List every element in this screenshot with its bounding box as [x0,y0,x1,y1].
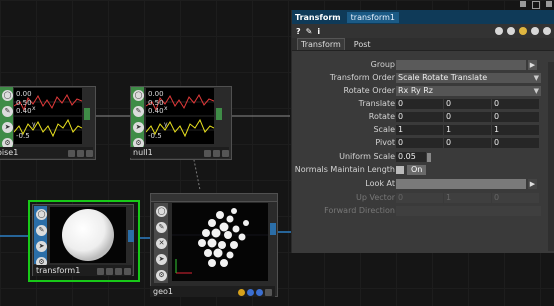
look-at-menu-icon[interactable]: ▶ [528,179,537,189]
param-forward-direction: Forward Direction [292,205,554,218]
node-noise-flags[interactable] [68,150,93,157]
param-uniform-scale: Uniform Scale 0.05 [292,151,554,164]
chevron-down-icon: ▼ [533,74,539,82]
svg-text:-0.5: -0.5 [148,132,162,140]
comment-icon[interactable] [507,27,515,35]
param-transform-order: Transform Order Scale Rotate Translate ▼ [329,73,541,83]
window-controls [500,1,552,9]
param-rotate: Rotate 0 0 0 [292,111,554,124]
group-menu-icon[interactable]: ▶ [528,60,537,70]
param-translate: Translate 0 0 0 [292,98,554,111]
pivot-x-field[interactable]: 0 [396,138,443,148]
maximize-icon[interactable] [532,1,540,9]
svg-text:-0.5: -0.5 [16,132,30,140]
tab-transform[interactable]: Transform [297,38,345,50]
network-editor[interactable]: ◯✎➤⚙ 0.00 0.50 0.40 -0.5 x y oise1 ◯✎➤ [0,0,554,306]
rotate-z-field[interactable]: 0 [492,112,539,122]
look-at-field[interactable] [396,179,526,189]
panel-toolbar: ? ✎ i [292,24,554,38]
panel-tabs: Transform Post [292,38,554,51]
rotate-y-field[interactable]: 0 [444,112,491,122]
minimize-icon[interactable] [520,1,526,7]
rotate-x-field[interactable]: 0 [396,112,443,122]
node-noise-viewer: 0.00 0.50 0.40 -0.5 x y [14,88,82,144]
svg-text:0.50: 0.50 [16,99,32,107]
svg-text:0.50: 0.50 [148,99,164,107]
forward-direction-dropdown [396,206,541,216]
null-graph: 0.00 0.50 0.40 -0.5 x y [146,90,214,140]
svg-text:x: x [164,105,168,112]
svg-text:x: x [32,105,36,112]
node-noise-output[interactable] [84,108,90,120]
info-icon[interactable]: i [317,27,320,36]
node-null[interactable]: ◯ ✎ ➤ ⚙ 0.00 0.50 0.40 -0.5 x y null1 [130,86,232,160]
uniform-scale-slider-handle[interactable] [427,153,431,162]
node-geo-side: ◯ ✎ ✕ ➤ ⚙ [154,203,168,283]
svg-text:0.40: 0.40 [148,107,164,115]
translate-z-field[interactable]: 0 [492,99,539,109]
svg-text:0.00: 0.00 [16,90,32,98]
node-null-viewer: 0.00 0.50 0.40 -0.5 x y [146,88,214,144]
node-null-flags[interactable] [204,150,229,157]
rotate-order-dropdown[interactable]: Rx Ry Rz ▼ [396,86,541,96]
node-geo-viewer [172,203,268,281]
normals-maintain-toggle[interactable]: On [396,165,427,175]
pivot-y-field[interactable]: 0 [444,138,491,148]
add-icon[interactable] [531,27,539,35]
close-icon[interactable] [546,1,552,7]
param-normals-maintain-length: Normals Maintain Length On [292,164,554,177]
up-vector-x-field: 0 [396,193,443,203]
param-up-vector: Up Vector 0 1 0 [292,192,554,205]
panel-scrollbar[interactable] [548,62,554,251]
node-transform-output[interactable] [128,230,134,242]
node-transform[interactable]: ◯ ✎ ➤ ⚙ transform1 [28,200,140,282]
tab-post[interactable]: Post [351,39,374,50]
tag-icon[interactable] [495,27,503,35]
pivot-z-field[interactable]: 0 [492,138,539,148]
param-pivot: Pivot 0 0 0 [292,137,554,150]
node-transform-side: ◯ ✎ ➤ ⚙ [34,206,47,268]
param-look-at: Look At ▶ [365,179,537,189]
uniform-scale-field[interactable]: 0.05 [396,152,426,162]
instance-points [172,208,268,274]
up-vector-y-field: 1 [444,193,491,203]
target-icon[interactable] [543,27,551,35]
chevron-down-icon: ▼ [533,87,539,95]
param-rotate-order: Rotate Order Rx Ry Rz ▼ [343,86,541,96]
node-geo[interactable]: ◯ ✎ ✕ ➤ ⚙ geo1 [150,193,280,299]
noise-graph: 0.00 0.50 0.40 -0.5 x y [14,90,82,140]
parameter-panel[interactable]: Transform transform1 ? ✎ i Transform Pos… [291,10,554,253]
group-field[interactable] [396,60,526,70]
node-transform-viewer [50,207,126,263]
node-noise[interactable]: ◯✎➤⚙ 0.00 0.50 0.40 -0.5 x y oise1 [0,86,96,160]
scale-z-field[interactable]: 1 [492,125,539,135]
panel-header: Transform transform1 [292,10,554,24]
node-geo-flags[interactable] [238,289,272,296]
translate-x-field[interactable]: 0 [396,99,443,109]
svg-text:y: y [32,121,36,128]
transform-order-dropdown[interactable]: Scale Rotate Translate ▼ [396,73,541,83]
node-null-output[interactable] [216,108,222,120]
toggle-box-icon [396,165,404,174]
operator-type: Transform [295,12,341,22]
operator-name-field[interactable]: transform1 [346,11,399,23]
scale-x-field[interactable]: 1 [396,125,443,135]
param-group: Group ▶ [370,60,537,70]
node-null-side: ◯ ✎ ➤ ⚙ [131,87,144,149]
node-geo-output[interactable] [270,223,276,235]
help-icon[interactable]: ? [296,27,301,36]
up-vector-z-field: 0 [492,193,539,203]
python-icon[interactable] [519,27,527,35]
translate-y-field[interactable]: 0 [444,99,491,109]
param-scale: Scale 1 1 1 [292,124,554,137]
edit-icon[interactable]: ✎ [306,27,313,36]
node-noise-side: ◯ ✎ ➤ ⚙ [0,87,13,149]
svg-text:0.40: 0.40 [16,107,32,115]
svg-text:y: y [164,121,168,128]
sphere-preview [62,209,114,261]
scale-y-field[interactable]: 1 [444,125,491,135]
svg-text:0.00: 0.00 [148,90,164,98]
node-transform-flags[interactable] [97,268,131,275]
